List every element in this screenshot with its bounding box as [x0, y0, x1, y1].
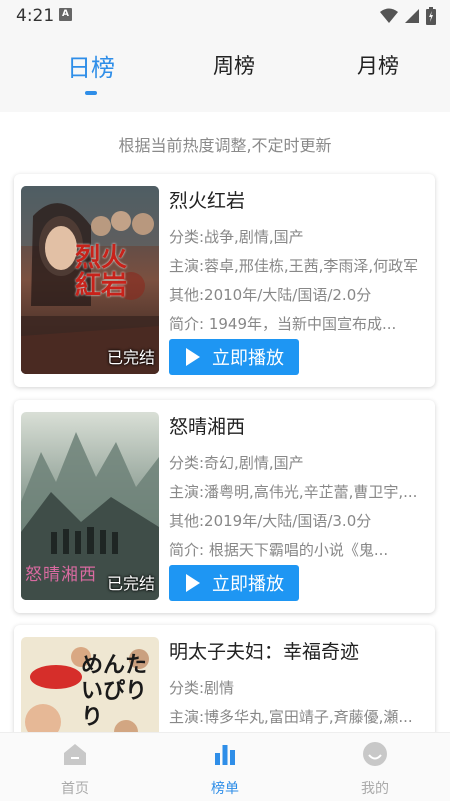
drama-card[interactable]: 烈火紅岩 已完结 烈火红岩 分类:战争,剧情,国产 主演:蓉卓,邢佳栋,王茜,李…: [14, 174, 435, 387]
nav-mine-label: 我的: [361, 781, 389, 797]
drama-intro: 简介: 根据天下霸唱的小说《鬼...: [169, 541, 389, 559]
drama-title[interactable]: 明太子夫妇：幸福奇迹: [169, 637, 359, 664]
ranking-list[interactable]: 根据当前热度调整,不定时更新 烈火紅岩 已完结 烈火红岩 分类:战争,剧情,国产: [0, 112, 450, 732]
battery-icon: [426, 7, 436, 25]
poster-title-art: めんたいぴりり: [81, 653, 148, 730]
status-badge: 已完结: [106, 348, 155, 367]
poster-title-art: 烈火紅岩: [75, 243, 128, 301]
drama-category: 分类:战争,剧情,国产: [169, 228, 304, 246]
nav-mine[interactable]: 我的: [335, 741, 415, 798]
nav-ranking[interactable]: 榜单: [185, 741, 265, 798]
tab-daily[interactable]: 日榜: [31, 48, 151, 83]
nav-home-label: 首页: [61, 781, 89, 797]
home-icon: [64, 744, 86, 765]
drama-meta: 其他:2010年/大陆/国语/2.0分: [169, 286, 372, 304]
status-bar: 4:21 A: [0, 0, 450, 32]
play-now-button[interactable]: 立即播放: [169, 565, 299, 601]
system-icons: [380, 7, 436, 25]
bottom-navigation: 首页 榜单 我的: [0, 732, 450, 801]
update-hint: 根据当前热度调整,不定时更新: [118, 136, 332, 155]
drama-poster[interactable]: 怒晴湘西 已完结: [21, 412, 159, 600]
smile-icon: [363, 742, 387, 766]
drama-card[interactable]: めんたいぴりり 明太子夫妇：幸福奇迹 分类:剧情 主演:博多华丸,富田靖子,斉藤…: [14, 625, 435, 732]
play-now-button[interactable]: 立即播放: [169, 339, 299, 375]
play-label: 立即播放: [212, 574, 284, 595]
status-time: 4:21: [16, 6, 55, 26]
play-icon: [186, 348, 200, 366]
tab-monthly[interactable]: 月榜: [318, 50, 438, 80]
notification-icon: A: [59, 8, 72, 21]
drama-poster[interactable]: めんたいぴりり: [21, 637, 159, 732]
play-icon: [186, 574, 200, 592]
ranking-tabs: 日榜 周榜 月榜: [0, 32, 450, 112]
drama-cast: 主演:蓉卓,邢佳栋,王茜,李雨泽,何政军: [169, 257, 419, 275]
drama-category: 分类:奇幻,剧情,国产: [169, 454, 304, 472]
status-badge: 已完结: [106, 574, 155, 593]
drama-poster[interactable]: 烈火紅岩 已完结: [21, 186, 159, 374]
tab-indicator: [85, 91, 97, 95]
nav-ranking-label: 榜单: [211, 781, 239, 797]
drama-category: 分类:剧情: [169, 679, 235, 697]
drama-cast: 主演:潘粤明,高伟光,辛芷蕾,曹卫宇,...: [169, 483, 418, 501]
poster-title-art: 怒晴湘西: [25, 565, 97, 585]
tab-weekly[interactable]: 周榜: [174, 50, 294, 80]
drama-meta: 其他:2019年/大陆/国语/3.0分: [169, 512, 372, 530]
nav-home[interactable]: 首页: [35, 741, 115, 798]
chart-icon: [215, 745, 235, 765]
play-label: 立即播放: [212, 348, 284, 369]
drama-cast: 主演:博多华丸,富田靖子,斉藤優,瀬...: [169, 708, 413, 726]
drama-card[interactable]: 怒晴湘西 已完结 怒晴湘西 分类:奇幻,剧情,国产 主演:潘粤明,高伟光,辛芷蕾…: [14, 400, 435, 613]
drama-title[interactable]: 烈火红岩: [169, 186, 245, 213]
wifi-icon: [380, 8, 398, 23]
signal-icon: [405, 9, 419, 23]
drama-title[interactable]: 怒晴湘西: [169, 412, 245, 439]
drama-intro: 简介: 1949年，当新中国宣布成...: [169, 315, 397, 333]
